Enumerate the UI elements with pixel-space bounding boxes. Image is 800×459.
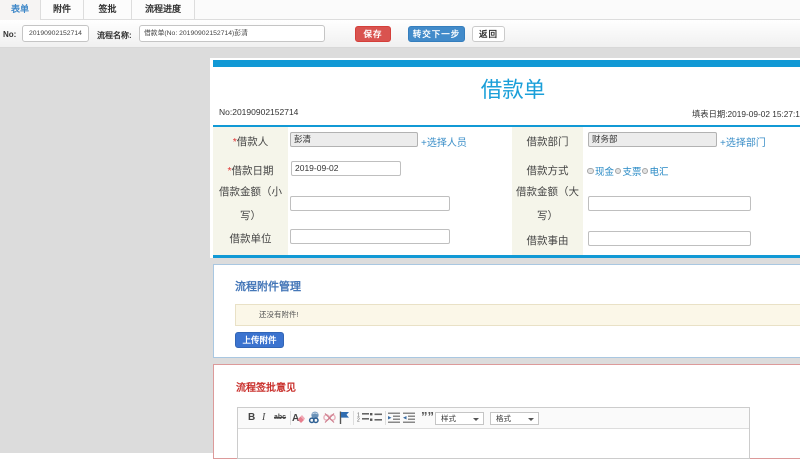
svg-text:2: 2	[357, 418, 360, 424]
svg-text:A: A	[292, 413, 299, 424]
